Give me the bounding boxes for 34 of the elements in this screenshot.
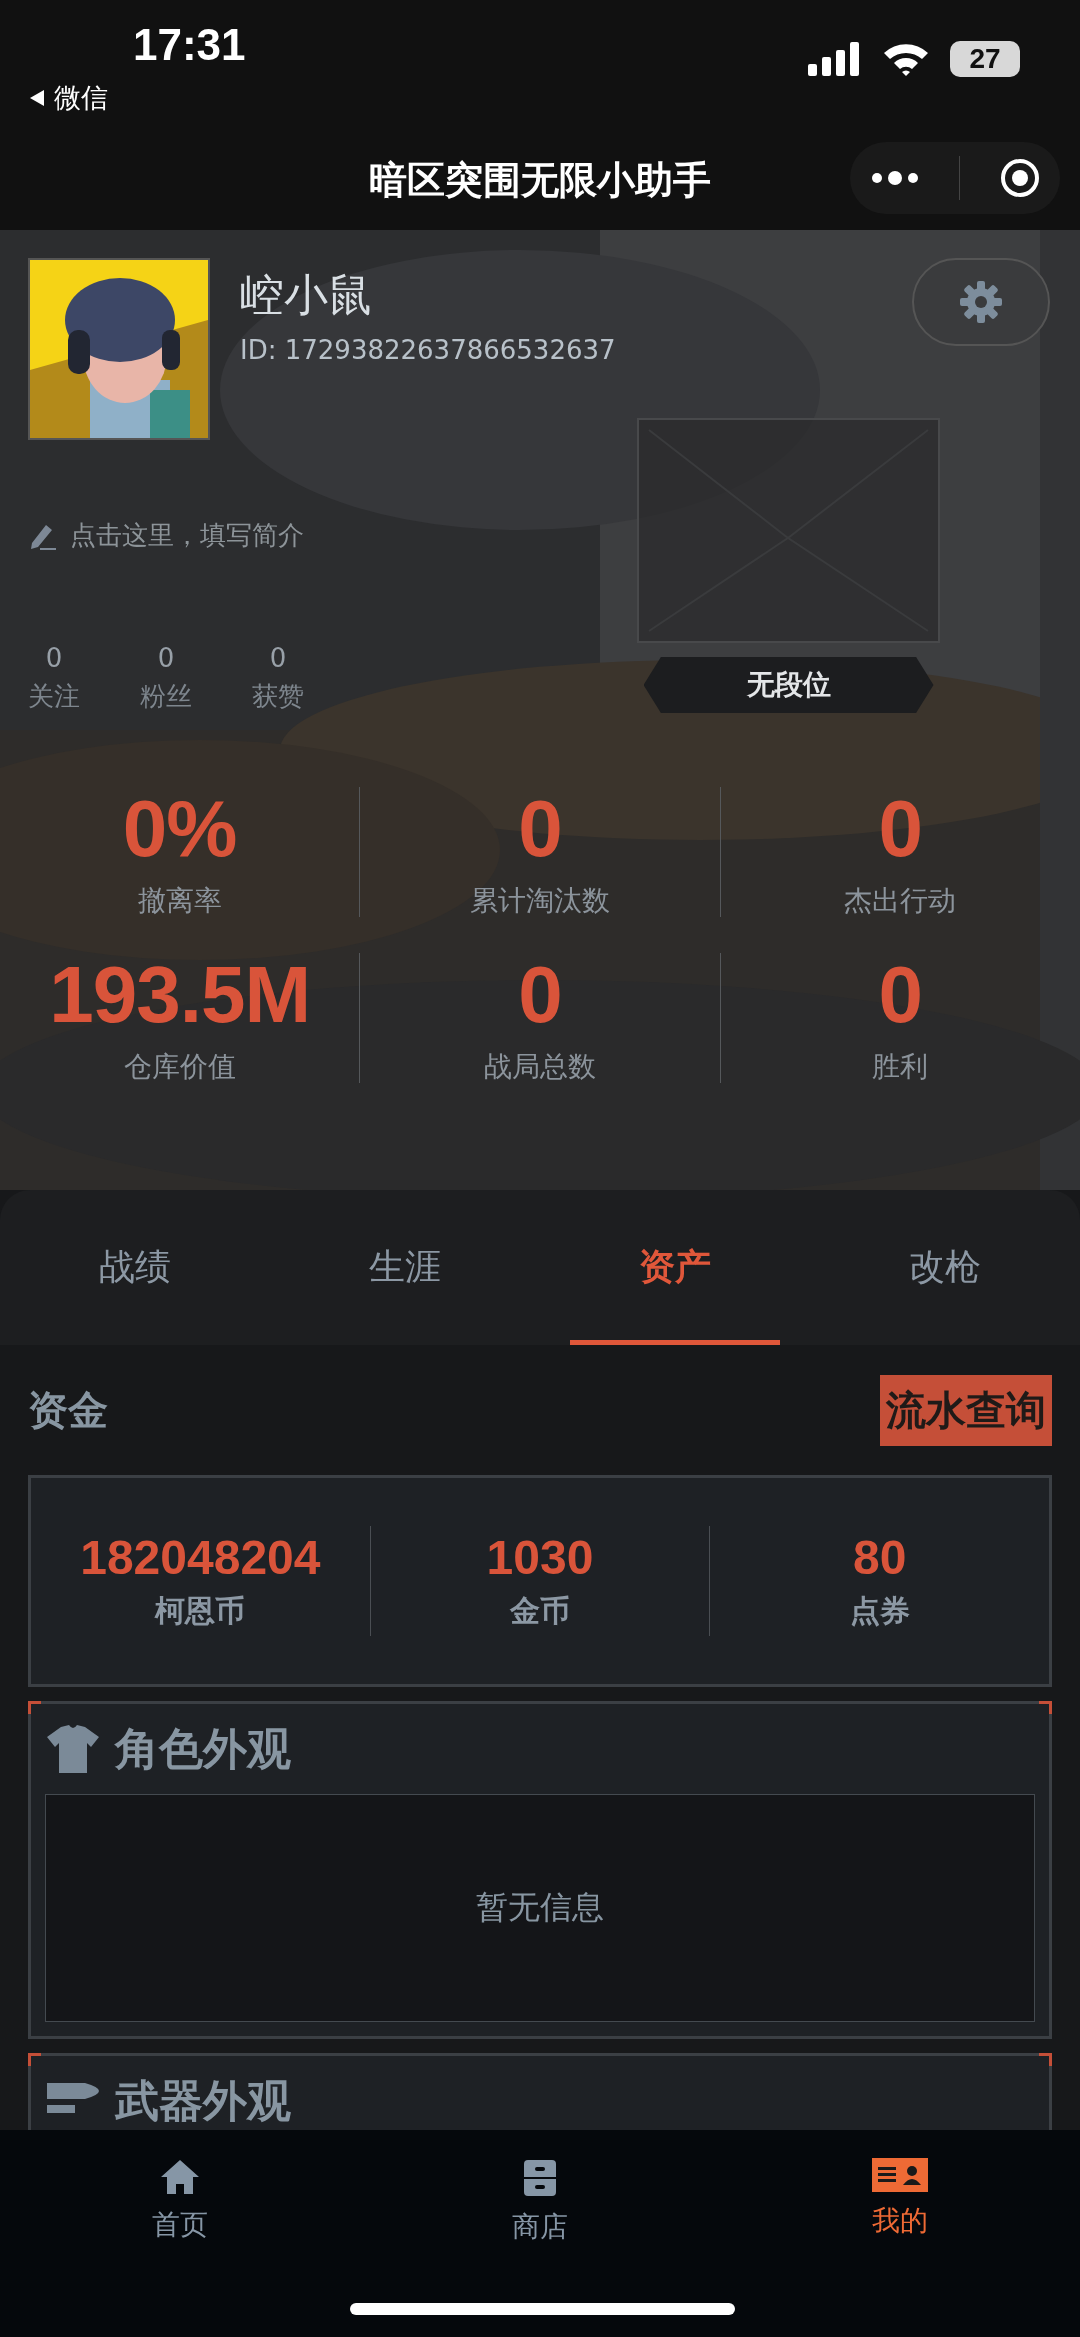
corner-mark <box>1039 1701 1052 1714</box>
app-title: 暗区突围无限小助手 <box>369 156 711 204</box>
tab[interactable]: 生涯 <box>270 1190 540 1345</box>
battery-icon: 27 <box>950 41 1020 77</box>
status-time: 17:31 <box>133 20 246 70</box>
currency-value: 1030 <box>486 1530 594 1585</box>
section-title: 武器外观 <box>115 2073 291 2128</box>
section-title: 资金 <box>28 1385 108 1435</box>
back-link[interactable]: 微信 <box>28 80 108 116</box>
id-card-icon <box>872 2158 928 2192</box>
home-icon <box>159 2158 201 2196</box>
close-target-icon[interactable] <box>998 157 1041 199</box>
statement-button[interactable]: 流水查询 <box>880 1374 1052 1446</box>
corner-mark <box>28 1701 41 1714</box>
currency-value: 182048204 <box>80 1530 321 1585</box>
corner-mark <box>1039 2053 1052 2066</box>
corner-mark <box>28 2053 41 2066</box>
currency-value: 80 <box>853 1530 907 1585</box>
tab[interactable]: 战绩 <box>0 1190 270 1345</box>
nav-item[interactable]: 首页 <box>0 2130 360 2244</box>
nav-item[interactable]: 我的 <box>720 2130 1080 2240</box>
more-icon[interactable] <box>869 170 920 186</box>
tab[interactable]: 改枪 <box>810 1190 1080 1345</box>
tab[interactable]: 资产 <box>540 1190 810 1345</box>
back-triangle-icon <box>28 88 46 108</box>
signal-icon <box>808 42 862 76</box>
section-title: 角色外观 <box>115 1721 291 1776</box>
empty-message: 暂无信息 <box>476 1887 604 1928</box>
cabinet-icon <box>522 2158 558 2198</box>
nav-item[interactable]: 商店 <box>360 2130 720 2246</box>
wifi-icon <box>882 41 930 77</box>
currency-label: 柯恩币 <box>155 1592 246 1630</box>
currency-label: 金币 <box>510 1592 570 1630</box>
currency-label: 点券 <box>849 1592 910 1630</box>
